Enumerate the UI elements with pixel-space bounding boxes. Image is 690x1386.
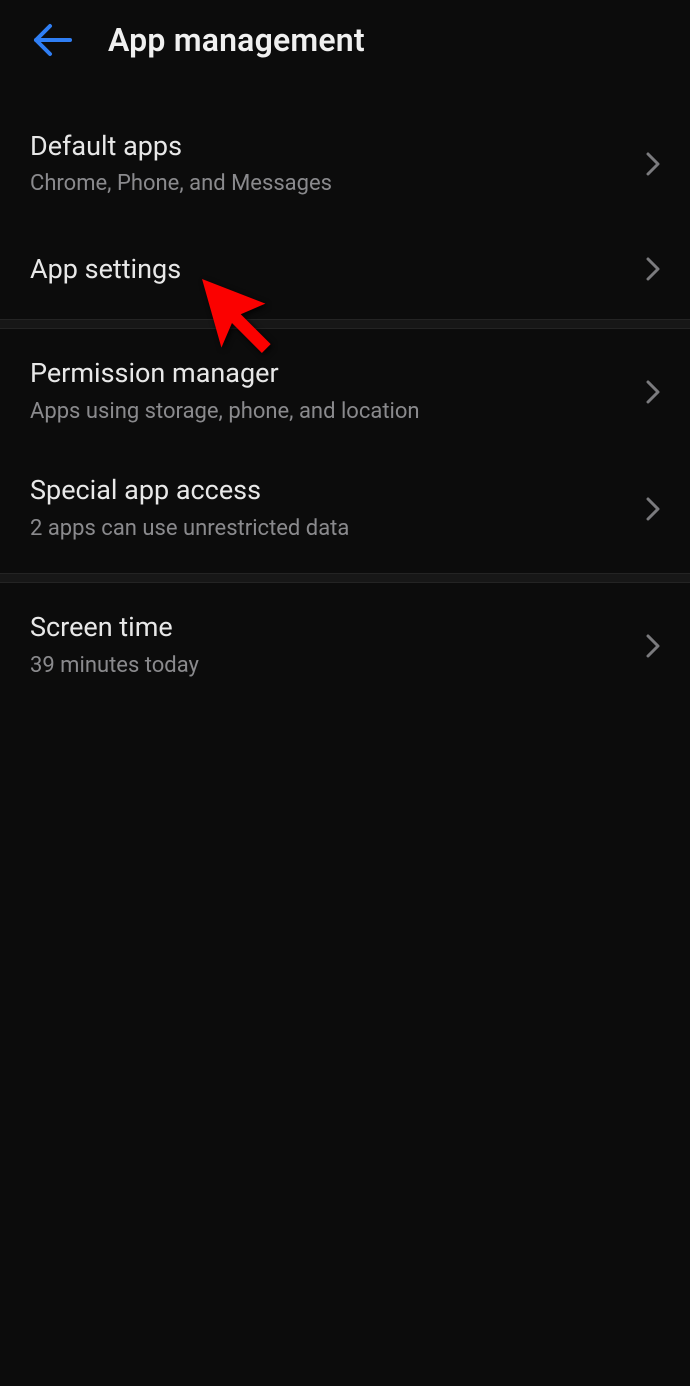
chevron-right-icon [644, 255, 662, 283]
chevron-right-icon [644, 378, 662, 406]
chevron-right-icon [644, 150, 662, 178]
chevron-right-icon [644, 495, 662, 523]
item-text: Default apps Chrome, Phone, and Messages [30, 130, 626, 199]
chevron-right-icon [644, 632, 662, 660]
item-text: Special app access 2 apps can use unrest… [30, 474, 626, 543]
header: App management [0, 0, 690, 80]
back-button[interactable] [30, 18, 74, 62]
item-title: Permission manager [30, 357, 626, 389]
settings-group: Default apps Chrome, Phone, and Messages… [0, 106, 690, 319]
arrow-left-icon [32, 22, 72, 58]
item-title: Special app access [30, 474, 626, 506]
item-subtitle: 2 apps can use unrestricted data [30, 515, 626, 544]
item-title: App settings [30, 253, 626, 285]
item-app-settings[interactable]: App settings [0, 223, 690, 319]
item-text: Screen time 39 minutes today [30, 611, 626, 680]
item-text: App settings [30, 253, 626, 285]
settings-group: Permission manager Apps using storage, p… [0, 329, 690, 573]
item-special-app-access[interactable]: Special app access 2 apps can use unrest… [0, 450, 690, 573]
item-default-apps[interactable]: Default apps Chrome, Phone, and Messages [0, 106, 690, 223]
settings-group: Screen time 39 minutes today [0, 583, 690, 704]
section-divider [0, 573, 690, 583]
item-title: Default apps [30, 130, 626, 162]
item-subtitle: Chrome, Phone, and Messages [30, 170, 626, 199]
item-title: Screen time [30, 611, 626, 643]
item-screen-time[interactable]: Screen time 39 minutes today [0, 583, 690, 704]
section-divider [0, 319, 690, 329]
page-title: App management [108, 21, 365, 59]
item-permission-manager[interactable]: Permission manager Apps using storage, p… [0, 329, 690, 450]
item-subtitle: Apps using storage, phone, and location [30, 398, 626, 427]
item-text: Permission manager Apps using storage, p… [30, 357, 626, 426]
item-subtitle: 39 minutes today [30, 652, 626, 681]
